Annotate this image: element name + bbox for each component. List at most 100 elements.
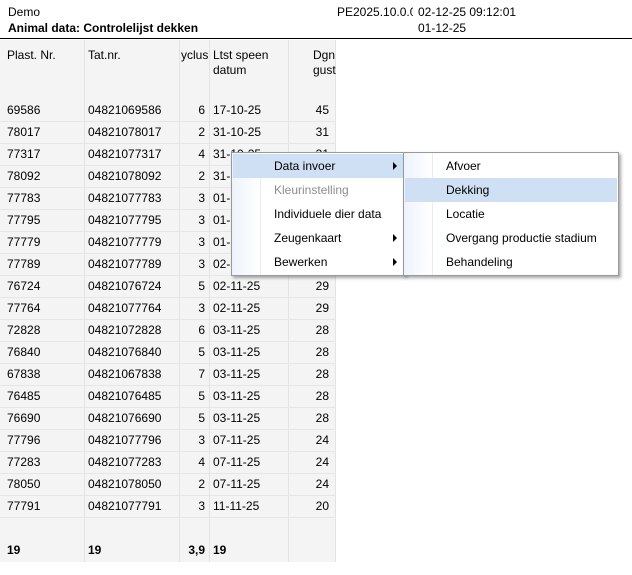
cell-plast-nr: 77796	[7, 433, 41, 447]
cell-cyclus: 2	[198, 169, 205, 183]
menu-item-bewerken[interactable]: Bewerken	[233, 250, 403, 274]
cell-plast-nr: 77791	[7, 499, 41, 513]
column-header-dgn-line1: Dgn	[313, 48, 336, 62]
table-row[interactable]: 69586 04821069586 6 17-10-25 45	[0, 100, 336, 122]
column-header-ltst-speen-line1: Ltst speen	[213, 48, 269, 62]
cell-ltst-speen-datum: 07-11-25	[213, 433, 261, 447]
cell-dgn-gust: 45	[315, 103, 329, 117]
cell-dgn-gust: 24	[315, 433, 329, 447]
cell-tat-nr: 04821078050	[88, 477, 162, 491]
cell-ltst-speen-datum: 03-11-25	[213, 323, 261, 337]
table-row[interactable]: 77791 04821077791 3 11-11-25 20	[0, 496, 336, 518]
cell-cyclus: 6	[198, 323, 205, 337]
cell-tat-nr: 04821077283	[88, 455, 162, 469]
menu-item-label: Overgang productie stadium	[446, 231, 597, 245]
total-ltst-speen: 19	[213, 543, 227, 557]
menu-item-label: Kleurinstelling	[274, 183, 349, 197]
cell-tat-nr: 04821069586	[88, 103, 162, 117]
cell-ltst-speen-datum: 31-10-25	[213, 125, 262, 139]
cell-tat-nr: 04821077317	[88, 147, 162, 161]
table-row[interactable]: 76724 04821076724 5 02-11-25 29	[0, 276, 336, 298]
table-row[interactable]: 67838 04821067838 7 03-11-25 28	[0, 364, 336, 386]
cell-tat-nr: 04821076485	[88, 389, 162, 403]
cell-ltst-speen-datum: 07-11-25	[213, 477, 261, 491]
submenu-item-overgang-productie-stadium[interactable]: Overgang productie stadium	[405, 226, 617, 250]
column-header-ltst-speen-line2: datum	[213, 63, 247, 77]
column-header-dgn-gust[interactable]: Dgn gust	[313, 48, 336, 78]
table-row[interactable]: 77796 04821077796 3 07-11-25 24	[0, 430, 336, 452]
cell-plast-nr: 77317	[7, 147, 41, 161]
submenu-item-dekking[interactable]: Dekking	[405, 178, 617, 202]
cell-ltst-speen-datum: 02-11-25	[213, 301, 261, 315]
cell-plast-nr: 78092	[7, 169, 41, 183]
table-row[interactable]: 77283 04821077283 4 07-11-25 24	[0, 452, 336, 474]
cell-plast-nr: 76724	[7, 279, 41, 293]
menu-item-label: Dekking	[446, 183, 490, 197]
cell-plast-nr: 78050	[7, 477, 41, 491]
menu-item-data-invoer[interactable]: Data invoer	[233, 154, 403, 178]
cell-plast-nr: 78017	[7, 125, 41, 139]
cell-tat-nr: 04821067838	[88, 367, 162, 381]
column-header-dgn-line2: gust	[313, 63, 336, 77]
total-tat-nr: 19	[88, 543, 102, 557]
menu-item-individuele-dier-data[interactable]: Individuele dier data	[233, 202, 403, 226]
app-name: Demo	[8, 5, 41, 19]
table-row[interactable]: 78050 04821078050 2 07-11-25 24	[0, 474, 336, 496]
column-header-plast-nr[interactable]: Plast. Nr.	[7, 48, 56, 63]
cell-ltst-speen-datum: 02-11-25	[213, 279, 261, 293]
table-row[interactable]: 78017 04821078017 2 31-10-25 31	[0, 122, 336, 144]
cell-tat-nr: 04821076724	[88, 279, 162, 293]
menu-item-label: Locatie	[446, 207, 485, 221]
cell-cyclus: 7	[198, 367, 205, 381]
cell-dgn-gust: 20	[315, 499, 329, 513]
table-row[interactable]: 77764 04821077764 3 02-11-25 29	[0, 298, 336, 320]
cell-tat-nr: 04821076840	[88, 345, 162, 359]
cell-cyclus: 3	[198, 213, 205, 227]
cell-plast-nr: 77783	[7, 191, 41, 205]
submenu-item-afvoer[interactable]: Afvoer	[405, 154, 617, 178]
report-title: Animal data: Controlelijst dekken	[8, 21, 199, 35]
column-header-cyclus[interactable]: yclus	[181, 48, 209, 63]
column-header-tat-nr[interactable]: Tat.nr.	[88, 48, 121, 63]
table-row[interactable]: 76690 04821076690 5 03-11-25 28	[0, 408, 336, 430]
menu-item-zeugenkaart[interactable]: Zeugenkaart	[233, 226, 403, 250]
cell-plast-nr: 77795	[7, 213, 41, 227]
cell-cyclus: 5	[198, 279, 205, 293]
cell-plast-nr: 76690	[7, 411, 41, 425]
cell-cyclus: 4	[198, 147, 205, 161]
cell-ltst-speen-datum: 17-10-25	[213, 103, 262, 117]
menu-item-label: Behandeling	[446, 255, 513, 269]
cell-dgn-gust: 24	[315, 477, 329, 491]
data-invoer-submenu: Afvoer Dekking Locatie Overgang producti…	[403, 152, 619, 276]
cell-dgn-gust: 29	[315, 301, 329, 315]
table-row[interactable]: 72828 04821072828 6 03-11-25 28	[0, 320, 336, 342]
cell-cyclus: 3	[198, 499, 205, 513]
menu-item-kleurinstelling[interactable]: Kleurinstelling	[233, 178, 403, 202]
cell-tat-nr: 04821072828	[88, 323, 162, 337]
table-row[interactable]: 76840 04821076840 5 03-11-25 28	[0, 342, 336, 364]
submenu-item-locatie[interactable]: Locatie	[405, 202, 617, 226]
cell-cyclus: 3	[198, 191, 205, 205]
column-header-ltst-speen[interactable]: Ltst speen datum	[213, 48, 268, 78]
cell-tat-nr: 04821078092	[88, 169, 162, 183]
table-row[interactable]: 76485 04821076485 5 03-11-25 28	[0, 386, 336, 408]
cell-dgn-gust: 28	[315, 389, 329, 403]
cell-cyclus: 5	[198, 389, 205, 403]
cell-tat-nr: 04821077789	[88, 257, 162, 271]
context-menu: Data invoer Kleurinstelling Individuele …	[231, 152, 405, 276]
cell-plast-nr: 77779	[7, 235, 41, 249]
cell-tat-nr: 04821076690	[88, 411, 162, 425]
cell-cyclus: 3	[198, 301, 205, 315]
cell-cyclus: 4	[198, 455, 205, 469]
cell-ltst-speen-datum: 07-11-25	[213, 455, 261, 469]
menu-item-label: Afvoer	[446, 159, 481, 173]
report-date: 01-12-25	[418, 21, 467, 35]
cell-dgn-gust: 28	[315, 411, 329, 425]
cell-cyclus: 6	[198, 103, 205, 117]
submenu-item-behandeling[interactable]: Behandeling	[405, 250, 617, 274]
cell-ltst-speen-datum: 03-11-25	[213, 389, 261, 403]
cell-ltst-speen-datum: 03-11-25	[213, 411, 261, 425]
cell-cyclus: 5	[198, 411, 205, 425]
cell-tat-nr: 04821078017	[88, 125, 162, 139]
cell-tat-nr: 04821077783	[88, 191, 162, 205]
